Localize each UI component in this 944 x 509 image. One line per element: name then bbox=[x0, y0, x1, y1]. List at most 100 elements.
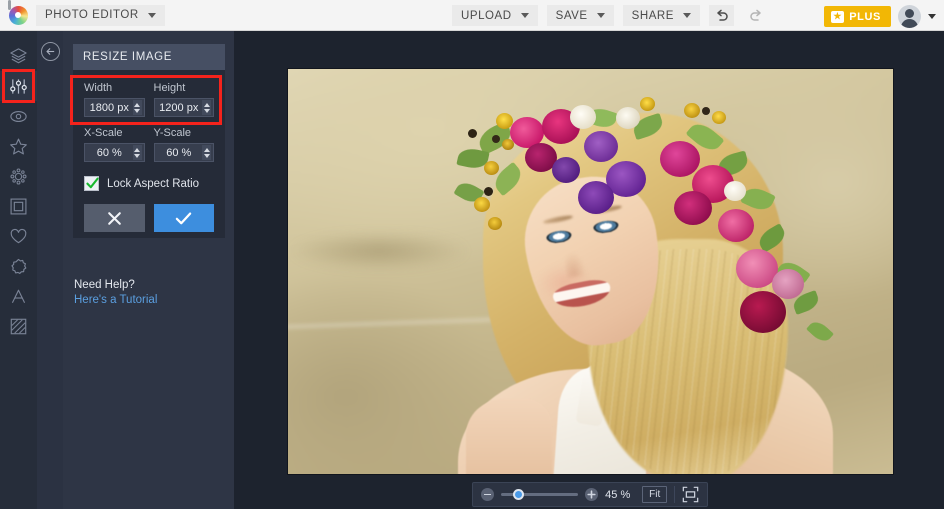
tool-rail bbox=[0, 31, 37, 509]
plus-upgrade-button[interactable]: ★ PLUS bbox=[824, 6, 891, 27]
sidebar-item-edit-adjust[interactable] bbox=[0, 71, 37, 101]
flower-crown bbox=[288, 69, 893, 474]
resize-controls-box: Width 1800 px Height 1200 px bbox=[73, 70, 225, 238]
zoom-percent-value: 45 % bbox=[605, 489, 635, 501]
back-arrow-circle-icon bbox=[45, 46, 56, 57]
avatar[interactable] bbox=[898, 5, 921, 28]
zoom-in-button[interactable] bbox=[585, 488, 598, 501]
xscale-field-group: X-Scale 60 % bbox=[84, 127, 145, 162]
redo-button[interactable] bbox=[743, 5, 768, 26]
fullscreen-button[interactable] bbox=[682, 486, 699, 503]
redo-arrow-icon bbox=[749, 9, 763, 22]
xscale-stepper[interactable] bbox=[133, 145, 142, 160]
chevron-up-icon bbox=[134, 148, 140, 152]
share-button[interactable]: SHARE bbox=[623, 5, 700, 26]
height-field-group: Height 1200 px bbox=[154, 82, 215, 117]
dimension-row: Width 1800 px Height 1200 px bbox=[73, 70, 225, 117]
undo-button[interactable] bbox=[709, 5, 734, 26]
resize-panel: RESIZE IMAGE Width 1800 px Height bbox=[63, 31, 234, 509]
yscale-stepper[interactable] bbox=[202, 145, 211, 160]
tutorial-link[interactable]: Here's a Tutorial bbox=[74, 294, 157, 306]
chevron-down-icon bbox=[204, 109, 210, 113]
panel-strip bbox=[37, 31, 63, 509]
width-label: Width bbox=[84, 82, 145, 94]
sidebar-item-touch-up[interactable] bbox=[0, 161, 37, 191]
cancel-button[interactable] bbox=[84, 204, 145, 232]
sidebar-item-text[interactable] bbox=[0, 281, 37, 311]
xscale-label: X-Scale bbox=[84, 127, 145, 139]
height-input[interactable]: 1200 px bbox=[154, 98, 215, 117]
chevron-down-icon bbox=[148, 13, 156, 18]
upload-button[interactable]: UPLOAD bbox=[452, 5, 538, 26]
back-button[interactable] bbox=[41, 42, 60, 61]
upload-label: UPLOAD bbox=[461, 10, 512, 22]
chevron-down-icon[interactable] bbox=[928, 14, 936, 19]
xscale-input[interactable]: 60 % bbox=[84, 143, 145, 162]
zoom-slider[interactable] bbox=[501, 493, 578, 496]
layers-icon bbox=[9, 47, 28, 66]
scale-row: X-Scale 60 % Y-Scale 60 % bbox=[73, 117, 225, 162]
fit-frame-icon bbox=[682, 486, 699, 503]
zoom-out-button[interactable] bbox=[481, 488, 494, 501]
plus-label: PLUS bbox=[849, 11, 881, 23]
check-icon bbox=[174, 210, 193, 227]
heart-icon bbox=[9, 227, 28, 246]
chevron-down-icon bbox=[134, 109, 140, 113]
apply-button[interactable] bbox=[154, 204, 215, 232]
photo-editor-menu-button[interactable]: PHOTO EDITOR bbox=[36, 5, 165, 26]
sidebar-item-graphics[interactable] bbox=[0, 221, 37, 251]
app-logo[interactable] bbox=[0, 0, 36, 31]
yscale-input[interactable]: 60 % bbox=[154, 143, 215, 162]
sidebar-item-artsy[interactable] bbox=[0, 131, 37, 161]
width-stepper[interactable] bbox=[133, 100, 142, 115]
chevron-up-icon bbox=[204, 103, 210, 107]
lock-aspect-ratio-row[interactable]: Lock Aspect Ratio bbox=[73, 176, 225, 191]
width-field-group: Width 1800 px bbox=[84, 82, 145, 117]
top-actions-group: UPLOAD SAVE SHARE bbox=[452, 5, 768, 26]
star-icon bbox=[9, 137, 28, 156]
help-section: Need Help? Here's a Tutorial bbox=[74, 279, 157, 306]
lock-aspect-ratio-label: Lock Aspect Ratio bbox=[107, 178, 199, 190]
panel-title: RESIZE IMAGE bbox=[73, 44, 225, 70]
chevron-down-icon bbox=[204, 154, 210, 158]
chevron-down-icon bbox=[683, 13, 691, 18]
share-label: SHARE bbox=[632, 10, 674, 22]
help-title: Need Help? bbox=[74, 279, 157, 291]
photo-editor-menu-label: PHOTO EDITOR bbox=[45, 9, 139, 21]
sidebar-item-effects[interactable] bbox=[0, 101, 37, 131]
lock-aspect-ratio-checkbox[interactable] bbox=[84, 176, 99, 191]
save-button[interactable]: SAVE bbox=[547, 5, 614, 26]
yscale-field-group: Y-Scale 60 % bbox=[154, 127, 215, 162]
save-label: SAVE bbox=[556, 10, 588, 22]
sidebar-item-overlays[interactable] bbox=[0, 251, 37, 281]
zoom-slider-handle[interactable] bbox=[513, 489, 524, 500]
plus-badge-icon: ★ bbox=[831, 11, 844, 23]
height-label: Height bbox=[154, 82, 215, 94]
sidebar-item-textures[interactable] bbox=[0, 311, 37, 341]
sidebar-item-frames[interactable] bbox=[0, 191, 37, 221]
flower-gear-icon bbox=[9, 257, 28, 276]
zoom-toolbar: 45 % Fit bbox=[472, 482, 708, 507]
width-input[interactable]: 1800 px bbox=[84, 98, 145, 117]
top-toolbar: PHOTO EDITOR UPLOAD SAVE SHARE bbox=[0, 0, 944, 31]
canvas-area[interactable]: 45 % Fit bbox=[234, 31, 944, 509]
panel-action-buttons bbox=[73, 204, 225, 232]
fit-button[interactable]: Fit bbox=[642, 486, 667, 503]
chevron-up-icon bbox=[204, 148, 210, 152]
undo-arrow-icon bbox=[715, 9, 729, 22]
text-a-icon bbox=[9, 287, 28, 306]
minus-circle-icon bbox=[484, 494, 491, 496]
x-icon bbox=[106, 210, 123, 227]
eye-icon bbox=[9, 107, 28, 126]
chevron-down-icon bbox=[597, 13, 605, 18]
chevron-up-icon bbox=[134, 103, 140, 107]
sidebar-item-layers[interactable] bbox=[0, 41, 37, 71]
account-group: ★ PLUS bbox=[824, 5, 936, 28]
sparkle-icon bbox=[9, 167, 28, 186]
height-stepper[interactable] bbox=[202, 100, 211, 115]
photo-editor-app: PHOTO EDITOR UPLOAD SAVE SHARE bbox=[0, 0, 944, 509]
photo-image[interactable] bbox=[288, 69, 893, 474]
frame-icon bbox=[9, 197, 28, 216]
chevron-down-icon bbox=[521, 13, 529, 18]
chevron-down-icon bbox=[134, 154, 140, 158]
